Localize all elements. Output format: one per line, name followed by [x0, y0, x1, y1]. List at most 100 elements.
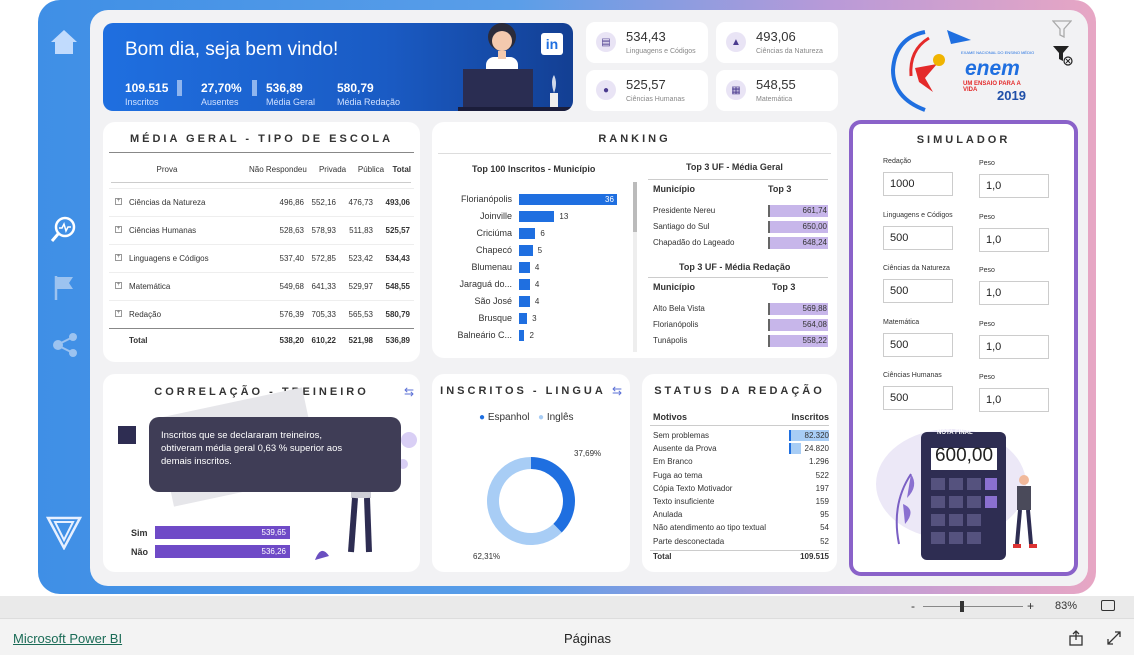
expand-icon[interactable]: + — [115, 310, 122, 317]
bar-value: 36 — [605, 195, 614, 204]
share-icon[interactable] — [48, 329, 80, 361]
lingua-title: INSCRITOS - LINGUA — [440, 385, 606, 397]
home-icon[interactable] — [48, 26, 80, 58]
stat-inscritos: 109.515 Inscritos — [125, 81, 169, 107]
calculator-illustration — [876, 429, 1037, 560]
fullscreen-icon[interactable] — [1106, 630, 1122, 646]
sim-peso-label: Peso — [979, 320, 995, 328]
status-value: 82.320 — [804, 431, 829, 440]
status-card: STATUS DA REDAÇÃO Motivos Inscritos Sem … — [642, 374, 837, 572]
sim-field-label: Redação — [883, 158, 912, 165]
table-cell: 528,63 — [279, 226, 304, 235]
bar[interactable] — [519, 228, 536, 239]
title-divider — [109, 152, 414, 153]
total-cell: 521,98 — [348, 336, 373, 345]
flag-icon[interactable] — [48, 271, 80, 303]
uf-geral-header-top3: Top 3 — [768, 184, 792, 194]
bar[interactable] — [519, 245, 533, 256]
sim-nota-input[interactable]: 500 — [883, 225, 953, 250]
share-report-icon[interactable] — [1068, 630, 1084, 646]
uf-row-value: 648,24 — [802, 238, 827, 247]
status-motivo: Parte desconectada — [653, 536, 725, 546]
table-cell: 572,85 — [311, 254, 336, 263]
fit-page-icon[interactable] — [1101, 600, 1115, 611]
sim-peso-input[interactable]: 1,0 — [979, 388, 1049, 412]
status-motivo: Ausente da Prova — [653, 444, 717, 454]
table-row[interactable]: + Linguagens e Códigos 537,40 572,85 523,42 5… — [109, 244, 414, 272]
status-value: 54 — [820, 523, 829, 533]
table-cell: 537,40 — [279, 254, 304, 263]
head-icon: ● — [596, 80, 616, 100]
uf-row-value: 661,74 — [802, 206, 827, 215]
welcome-banner: Bom dia, seja bem vindo! 109.515 Inscrito… — [103, 23, 573, 111]
table-header-row: Prova Não Respondeu Privada Pública Tota… — [111, 158, 411, 182]
logo-icon — [46, 515, 82, 551]
table-row[interactable]: + Matemática 549,68 641,33 529,97 548,55 — [109, 272, 414, 300]
sim-peso-input[interactable]: 1,0 — [979, 174, 1049, 198]
bar-label: São José — [474, 296, 512, 306]
bar-value: 4 — [534, 263, 540, 272]
bar-value: 3 — [532, 314, 537, 323]
kpi-linguagens: ▤ 534,43 Linguagens e Códigos — [586, 22, 708, 63]
kpi-matematica: ▦ 548,55 Matemática — [716, 70, 838, 111]
status-value: 522 — [815, 470, 829, 480]
pages-button[interactable]: Páginas — [564, 631, 611, 646]
swap-icon[interactable]: ⇆ — [612, 384, 622, 398]
sim-peso-label: Peso — [979, 213, 995, 221]
zoom-slider-thumb[interactable] — [960, 601, 964, 612]
bar[interactable] — [519, 313, 528, 324]
footer-bar: Microsoft Power BI Páginas — [0, 618, 1134, 655]
bar-value: 5 — [537, 246, 543, 255]
uf-redacao-header-top3: Top 3 — [772, 282, 796, 292]
table-cell: 705,33 — [311, 310, 336, 319]
bar[interactable] — [519, 330, 525, 341]
bar[interactable] — [519, 279, 530, 290]
uf-row-value: 650,00 — [802, 222, 827, 231]
table-cell: 523,42 — [348, 254, 373, 263]
uf-row-name: Florianópolis — [653, 320, 699, 329]
table-row[interactable]: + Ciências da Natureza 496,86 552,16 476,73 4… — [109, 188, 414, 216]
table-cell: 529,97 — [348, 282, 373, 291]
expand-icon[interactable]: + — [115, 226, 122, 233]
sim-nota-input[interactable]: 500 — [883, 279, 953, 303]
status-header-inscritos: Inscritos — [791, 412, 829, 422]
table-row[interactable]: + Redação 576,39 705,33 565,53 580,79 — [109, 300, 414, 328]
table-row[interactable]: + Ciências Humanas 528,63 578,93 511,83 525,5… — [109, 216, 414, 244]
analytics-icon[interactable] — [48, 213, 80, 245]
scrollbar[interactable] — [633, 182, 637, 352]
bar[interactable] — [519, 262, 530, 273]
donut-slice-espanhol[interactable] — [531, 457, 575, 533]
uf-row-name: Presidente Nereu — [653, 206, 716, 215]
status-motivo: Texto insuficiente — [653, 497, 715, 506]
zoom-in-button[interactable]: + — [1027, 599, 1034, 613]
sim-peso-label: Peso — [979, 374, 995, 381]
zoom-slider[interactable] — [923, 606, 1023, 607]
status-total-label: Total — [653, 552, 672, 561]
sim-peso-input[interactable]: 1,0 — [979, 227, 1049, 252]
uf-geral-header-municipio: Município — [653, 184, 695, 194]
zoom-out-button[interactable]: - — [911, 599, 915, 613]
insight-text: Inscritos que se declararam treineiros, … — [161, 430, 343, 467]
municipio-chart-title: Top 100 Inscritos - Município — [472, 164, 596, 174]
total-cell: 538,20 — [279, 336, 304, 345]
filter-icon[interactable] — [1051, 20, 1073, 39]
table-cell: 476,73 — [348, 198, 373, 207]
powerbi-link[interactable]: Microsoft Power BI — [13, 631, 122, 646]
sim-peso-input[interactable]: 1,0 — [979, 334, 1049, 359]
expand-icon[interactable]: + — [115, 282, 122, 289]
status-value: 197 — [815, 483, 829, 493]
clear-filter-icon[interactable] — [1052, 45, 1074, 67]
status-value: 24.820 — [804, 444, 829, 454]
bar[interactable] — [519, 211, 555, 222]
sim-nota-input[interactable]: 1000 — [883, 172, 953, 196]
sim-peso-input[interactable]: 1,0 — [979, 281, 1049, 305]
uf-row-value: 569,88 — [802, 304, 827, 313]
bar[interactable] — [519, 194, 617, 205]
sim-nota-input[interactable]: 500 — [883, 386, 953, 410]
lingua-donut-chart — [487, 457, 575, 545]
expand-icon[interactable]: + — [115, 198, 122, 205]
bar[interactable] — [519, 296, 530, 307]
sim-nota-input[interactable]: 500 — [883, 332, 953, 357]
linkedin-icon[interactable]: in — [541, 33, 563, 55]
expand-icon[interactable]: + — [115, 254, 122, 261]
